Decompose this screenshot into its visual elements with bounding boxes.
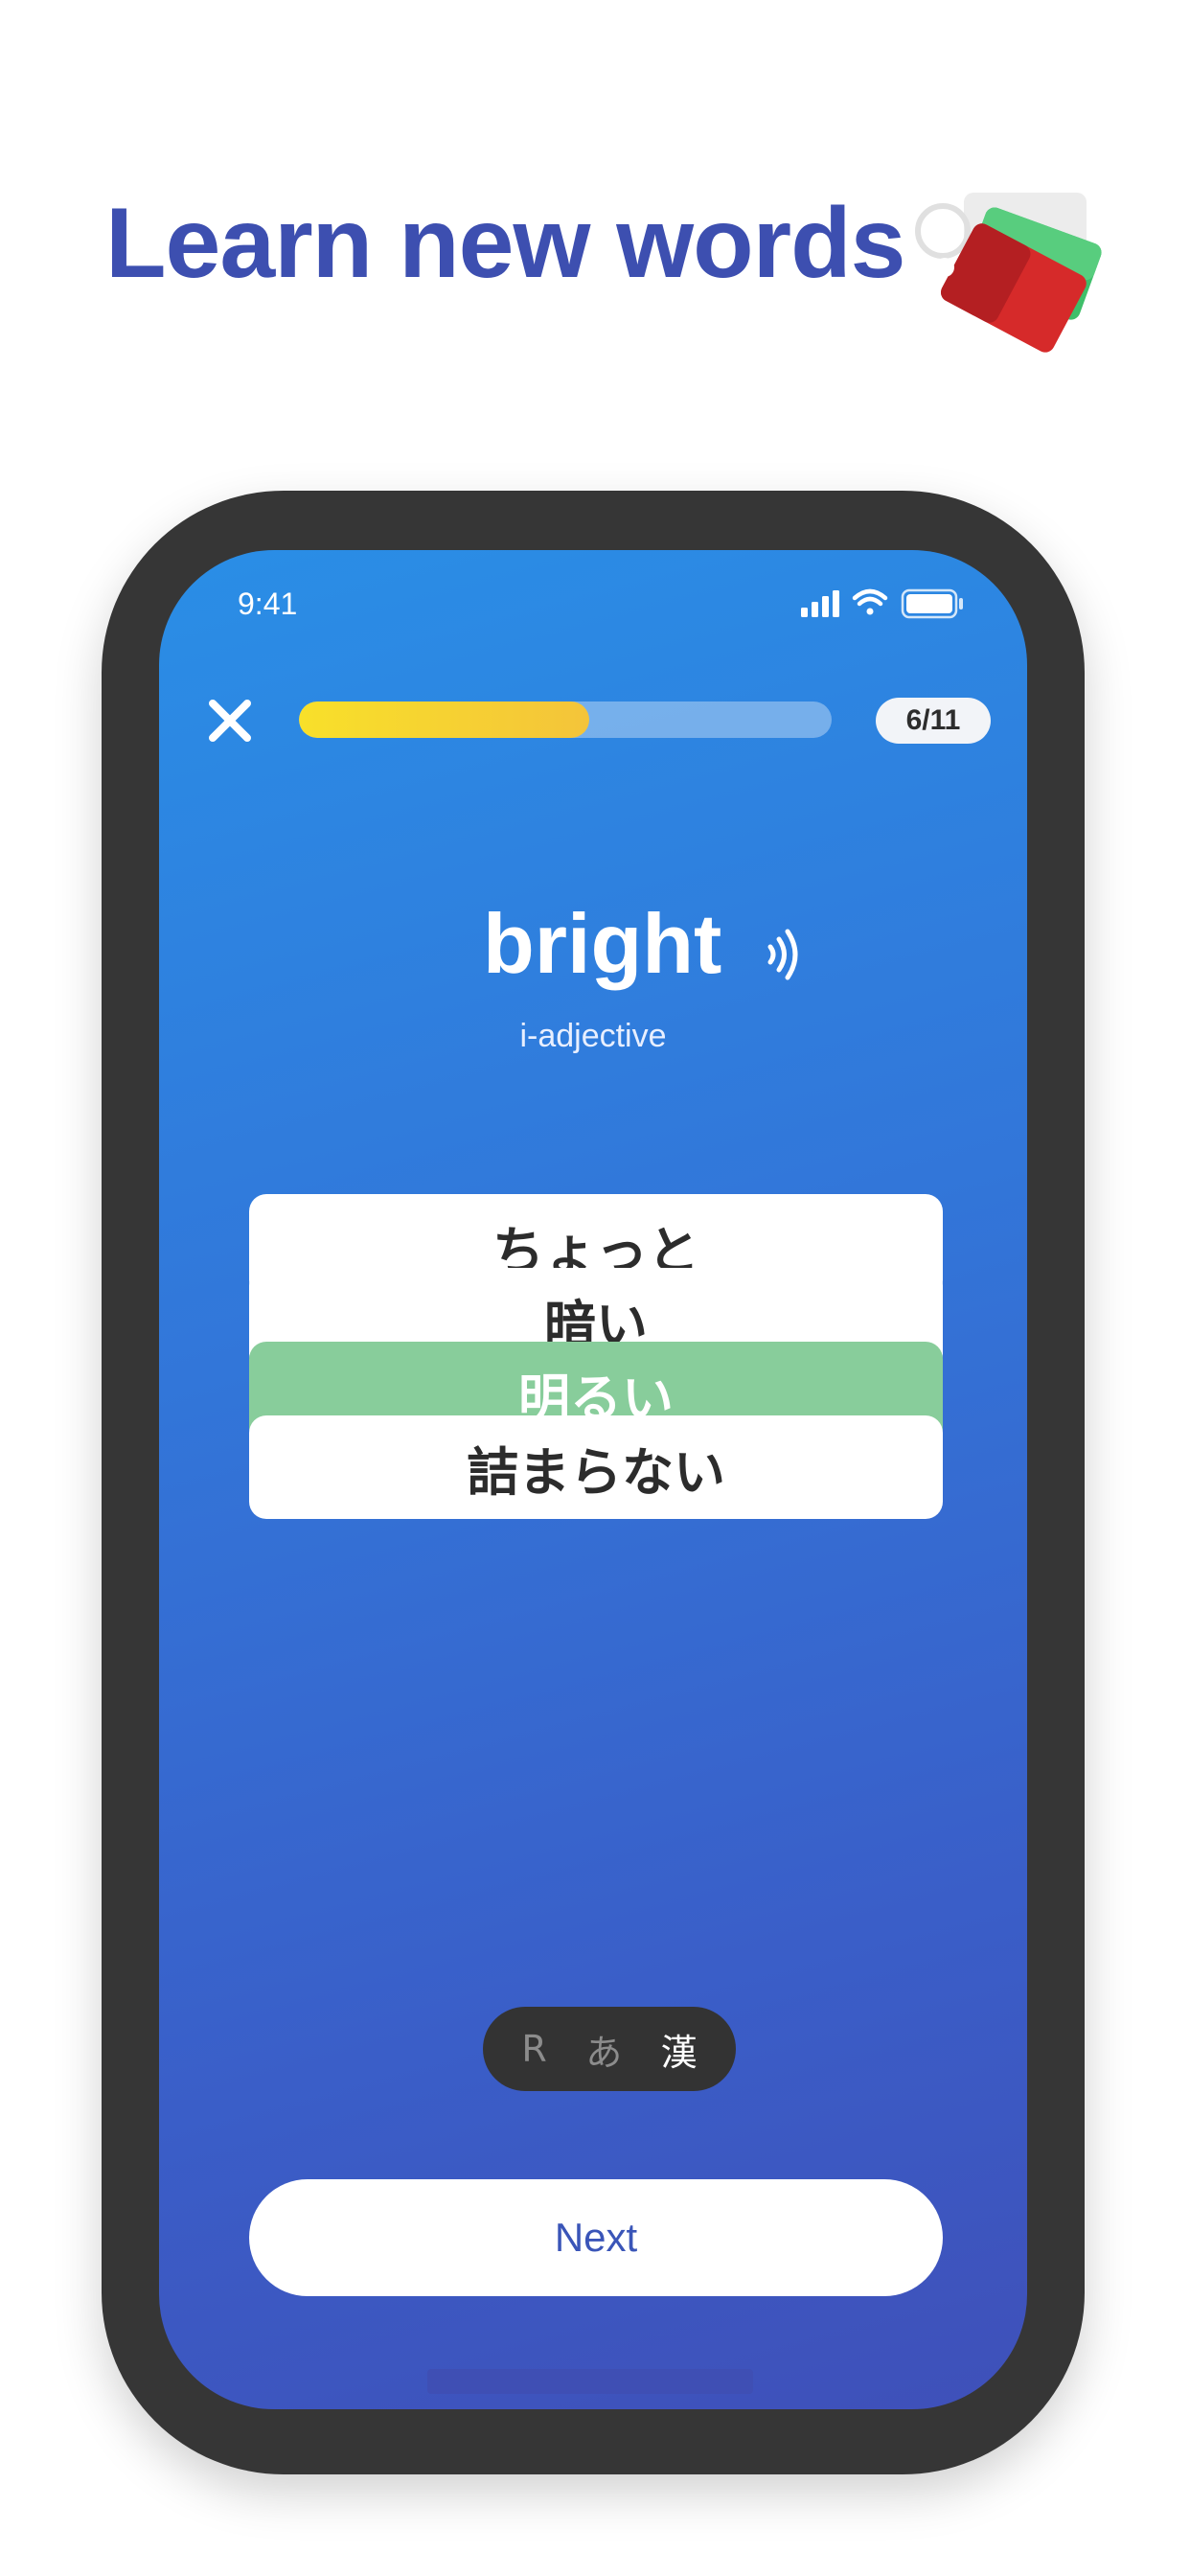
phone-frame: 9:41 6/11 bright i-adjective ちょっと 暗い 明るい… bbox=[102, 491, 1085, 2474]
progress-fill bbox=[299, 702, 590, 738]
answer-option[interactable]: 詰まらない bbox=[249, 1415, 943, 1519]
app-screen: 9:41 6/11 bright i-adjective ちょっと 暗い 明るい… bbox=[159, 550, 1027, 2409]
script-toggle: R あ 漢 bbox=[483, 2007, 736, 2091]
cellular-signal-icon bbox=[801, 590, 839, 617]
speaker-icon[interactable] bbox=[763, 924, 805, 985]
headline: Learn new words bbox=[105, 188, 906, 299]
status-icons bbox=[801, 588, 963, 619]
next-button[interactable]: Next bbox=[249, 2179, 943, 2296]
question-counter: 6/11 bbox=[876, 698, 991, 744]
vocab-word: bright bbox=[483, 896, 722, 991]
close-icon[interactable] bbox=[203, 694, 257, 748]
home-indicator bbox=[427, 2369, 753, 2394]
status-time: 9:41 bbox=[238, 586, 298, 621]
cards-icon bbox=[915, 193, 1102, 353]
progress-bar bbox=[299, 702, 832, 738]
script-kanji-toggle[interactable]: 漢 bbox=[661, 2023, 698, 2076]
wifi-icon bbox=[852, 588, 888, 615]
battery-icon bbox=[901, 588, 963, 619]
part-of-speech: i-adjective bbox=[519, 1018, 667, 1054]
script-romaji-toggle[interactable]: R bbox=[521, 2028, 546, 2070]
script-kana-toggle[interactable]: あ bbox=[585, 2023, 622, 2076]
